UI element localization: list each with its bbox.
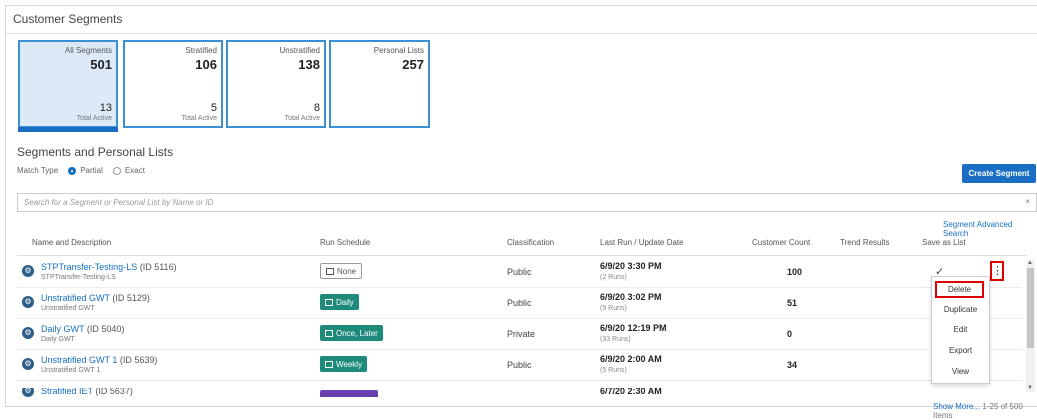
calendar-icon bbox=[325, 360, 333, 368]
selected-indicator bbox=[18, 127, 118, 132]
segment-icon: ⚙ bbox=[22, 388, 34, 397]
scroll-down-icon[interactable]: ▼ bbox=[1027, 385, 1033, 391]
menu-item-delete[interactable]: Delete bbox=[935, 281, 984, 298]
more-options-icon[interactable]: ⋮ bbox=[990, 261, 1004, 281]
scrollbar-thumb[interactable] bbox=[1027, 268, 1034, 348]
card-active-count: 8 bbox=[313, 102, 320, 114]
show-more-link[interactable]: Show More... bbox=[933, 402, 980, 411]
search-input[interactable]: Search for a Segment or Personal List by… bbox=[17, 193, 1037, 212]
menu-item-duplicate[interactable]: Duplicate bbox=[932, 305, 989, 314]
pagination-footer: Show More... 1-25 of 500 Items bbox=[933, 402, 1037, 420]
customer-count: 51 bbox=[787, 298, 798, 308]
segment-icon: ⚙ bbox=[22, 358, 34, 370]
match-type-label: Match Type bbox=[17, 166, 59, 175]
table-row[interactable]: ⚙ STPTransfer-Testing-LS (ID 5116) STPTr… bbox=[17, 257, 1022, 288]
card-count: 501 bbox=[90, 57, 112, 72]
card-active-label: Total Active bbox=[76, 115, 112, 122]
column-header-name[interactable]: Name and Description bbox=[32, 238, 111, 247]
divider bbox=[6, 33, 1037, 34]
card-active-label: Total Active bbox=[181, 115, 217, 122]
table-row[interactable]: ⚙ Unstratified GWT 1 (ID 5639) Unstratif… bbox=[17, 350, 1022, 381]
card-count: 257 bbox=[402, 57, 424, 72]
menu-item-export[interactable]: Export bbox=[932, 346, 989, 355]
schedule-button[interactable] bbox=[320, 390, 378, 397]
exact-radio[interactable] bbox=[112, 166, 121, 175]
segment-icon: ⚙ bbox=[22, 296, 34, 308]
row-context-menu: Delete Duplicate Edit Export View bbox=[931, 276, 990, 384]
header-divider bbox=[17, 255, 1027, 256]
segment-icon: ⚙ bbox=[22, 265, 34, 277]
schedule-button[interactable]: None bbox=[320, 263, 363, 279]
segment-description: STPTransfer-Testing-LS bbox=[41, 274, 116, 281]
card-count: 106 bbox=[195, 57, 217, 72]
schedule-button[interactable]: Weekly bbox=[320, 356, 368, 372]
column-header-classification[interactable]: Classification bbox=[507, 238, 554, 247]
menu-item-edit[interactable]: Edit bbox=[932, 325, 989, 334]
clear-search-icon[interactable]: × bbox=[1025, 197, 1030, 206]
card-active-count: 13 bbox=[99, 102, 112, 114]
card-label: Stratified bbox=[185, 46, 217, 55]
customer-count: 100 bbox=[787, 267, 803, 277]
card-unstratified[interactable]: Unstratified 138 8 Total Active bbox=[226, 40, 326, 128]
table-row[interactable]: ⚙ Unstratified GWT (ID 5129) Unstratifie… bbox=[17, 288, 1022, 319]
segment-name-link[interactable]: Stratified IET (ID 5637) bbox=[41, 388, 133, 396]
card-count: 138 bbox=[298, 57, 320, 72]
column-header-schedule[interactable]: Run Schedule bbox=[320, 238, 370, 247]
schedule-button[interactable]: Once, Later bbox=[320, 325, 383, 341]
card-active-label: Total Active bbox=[284, 115, 320, 122]
advanced-search-link[interactable]: Segment Advanced Search bbox=[943, 220, 1037, 238]
classification: Public bbox=[507, 360, 532, 370]
column-header-save-as-list: Save as List bbox=[922, 238, 966, 247]
table-row[interactable]: ⚙ Stratified IET (ID 5637) 6/7/20 2:30 A… bbox=[17, 388, 1022, 397]
customer-count: 0 bbox=[787, 329, 793, 339]
column-header-customer-count[interactable]: Customer Count bbox=[752, 238, 810, 247]
exact-label[interactable]: Exact bbox=[125, 166, 145, 175]
menu-item-view[interactable]: View bbox=[932, 367, 989, 376]
calendar-icon bbox=[325, 298, 333, 306]
card-personal-lists[interactable]: Personal Lists 257 bbox=[329, 40, 430, 128]
segment-name-link[interactable]: Unstratified GWT 1 (ID 5639) bbox=[41, 355, 157, 365]
card-all-segments[interactable]: All Segments 501 13 Total Active bbox=[18, 40, 118, 132]
section-title: Segments and Personal Lists bbox=[17, 145, 174, 159]
card-label: Personal Lists bbox=[373, 46, 424, 55]
table-row[interactable]: ⚙ Daily GWT (ID 5040) Daily GWT Once, La… bbox=[17, 319, 1022, 350]
partial-label[interactable]: Partial bbox=[80, 166, 103, 175]
segment-description: Daily GWT bbox=[41, 336, 75, 343]
card-stratified[interactable]: Stratified 106 5 Total Active bbox=[123, 40, 223, 128]
search-placeholder: Search for a Segment or Personal List by… bbox=[24, 198, 214, 207]
customer-count: 34 bbox=[787, 360, 798, 370]
column-header-last-run[interactable]: Last Run / Update Date bbox=[600, 238, 684, 247]
last-run-date: 6/9/20 12:19 PM bbox=[600, 323, 667, 333]
run-count: (33 Runs) bbox=[600, 336, 631, 343]
card-label: Unstratified bbox=[279, 46, 320, 55]
run-count: (9 Runs) bbox=[600, 305, 627, 312]
calendar-icon bbox=[326, 267, 334, 275]
classification: Public bbox=[507, 298, 532, 308]
last-run-date: 6/9/20 3:30 PM bbox=[600, 261, 662, 271]
classification: Public bbox=[507, 267, 532, 277]
partial-radio[interactable] bbox=[68, 166, 77, 175]
last-run-date: 6/7/20 2:30 AM bbox=[600, 388, 662, 396]
match-type: Match Type Partial Exact bbox=[17, 166, 145, 175]
schedule-button[interactable]: Daily bbox=[320, 294, 359, 310]
scroll-up-icon[interactable]: ▲ bbox=[1027, 260, 1033, 266]
segment-name-link[interactable]: Unstratified GWT (ID 5129) bbox=[41, 293, 150, 303]
card-active-count: 5 bbox=[210, 102, 217, 114]
segment-description: Unstratified GWT 1 bbox=[41, 367, 101, 374]
last-run-date: 6/9/20 3:02 PM bbox=[600, 292, 662, 302]
segment-name-link[interactable]: STPTransfer-Testing-LS (ID 5116) bbox=[41, 262, 177, 272]
calendar-icon bbox=[325, 329, 333, 337]
segment-name-link[interactable]: Daily GWT (ID 5040) bbox=[41, 324, 124, 334]
run-count: (5 Runs) bbox=[600, 367, 627, 374]
run-count: (2 Runs) bbox=[600, 274, 627, 281]
page-title: Customer Segments bbox=[13, 12, 123, 26]
segment-description: Unstratified GWT bbox=[41, 305, 95, 312]
create-segment-button[interactable]: Create Segment bbox=[962, 164, 1036, 183]
last-run-date: 6/9/20 2:00 AM bbox=[600, 354, 662, 364]
card-label: All Segments bbox=[64, 46, 112, 55]
classification: Private bbox=[507, 329, 536, 339]
segment-icon: ⚙ bbox=[22, 327, 34, 339]
column-header-trend-results: Trend Results bbox=[840, 238, 890, 247]
